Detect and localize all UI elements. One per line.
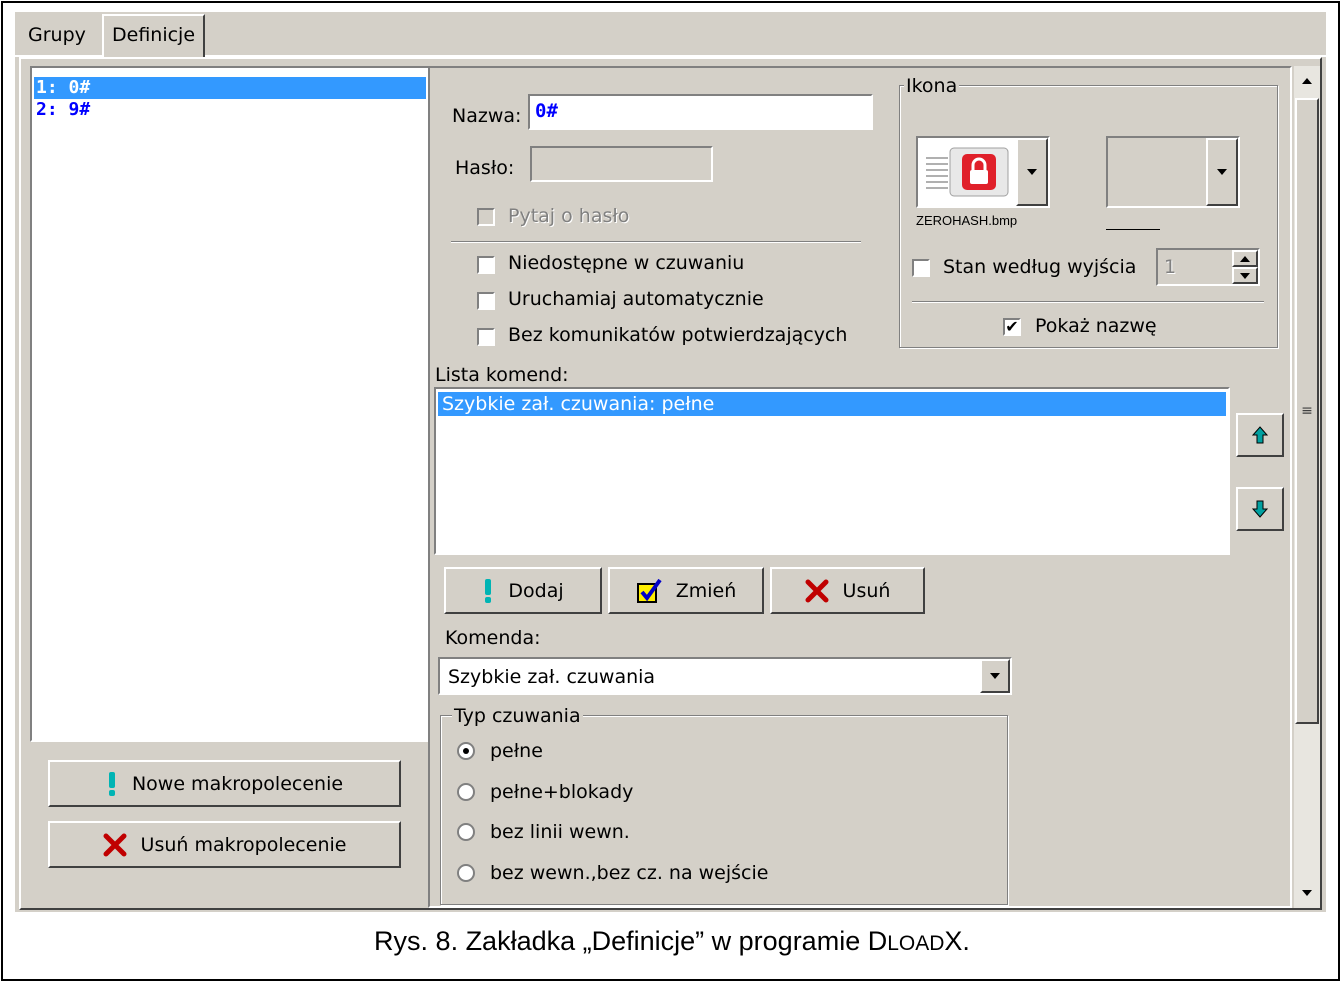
- state-by-output-checkbox[interactable]: [912, 259, 930, 277]
- move-down-button[interactable]: [1236, 487, 1284, 531]
- icon-picker-2[interactable]: [1106, 136, 1240, 208]
- delete-x-icon: [805, 579, 829, 602]
- caption-suffix: .: [962, 926, 970, 956]
- scroll-thumb[interactable]: ≡: [1295, 98, 1319, 724]
- chevron-down-icon: [1302, 890, 1312, 896]
- checkbox-edit-icon: [636, 578, 662, 603]
- output-spinner[interactable]: 1: [1156, 248, 1260, 286]
- separator: [451, 241, 861, 243]
- command-label: Komenda:: [445, 627, 541, 649]
- no-confirm-label: Bez komunikatów potwierdzających: [508, 324, 848, 346]
- commands-list[interactable]: Szybkie zał. czuwania: pełne: [434, 387, 1230, 555]
- delete-x-icon: [103, 833, 127, 856]
- arm-type-radio-full-blocks[interactable]: [457, 783, 475, 801]
- ask-password-label: Pytaj o hasło: [508, 205, 630, 227]
- spinner-up-button[interactable]: [1232, 250, 1258, 267]
- command-select[interactable]: Szybkie zał. czuwania: [438, 657, 1012, 695]
- arm-type-option-full: pełne: [490, 740, 543, 762]
- chevron-down-icon: [990, 673, 1000, 679]
- delete-macro-label: Usuń makropolecenie: [140, 833, 347, 856]
- tab-grupy[interactable]: Grupy: [20, 17, 94, 55]
- ask-password-checkbox[interactable]: [477, 208, 495, 226]
- arm-type-radio-full[interactable]: [457, 742, 475, 760]
- commands-list-label: Lista komend:: [435, 364, 569, 386]
- macro-list-item-1[interactable]: 1: 0#: [34, 77, 426, 99]
- auto-run-checkbox[interactable]: [477, 292, 495, 310]
- add-button[interactable]: Dodaj: [444, 567, 602, 614]
- icon-dropdown-button-2[interactable]: [1206, 138, 1238, 206]
- name-input-value: 0#: [535, 100, 558, 122]
- arm-type-option-no-internal: bez linii wewn.: [490, 821, 630, 843]
- arm-type-legend: Typ czuwania: [452, 705, 583, 727]
- arm-type-option-full-blocks: pełne+blokady: [490, 781, 634, 803]
- caption-app-initial: D: [867, 926, 888, 956]
- exclamation-icon: [108, 771, 115, 796]
- new-macro-label: Nowe makropolecenie: [131, 772, 344, 795]
- new-macro-button[interactable]: Nowe makropolecenie: [48, 760, 401, 807]
- chevron-down-icon: [1027, 169, 1037, 175]
- state-by-output-label: Stan według wyjścia: [943, 256, 1137, 278]
- chevron-down-icon: [1240, 272, 1250, 279]
- check-icon: ✔: [1005, 317, 1019, 336]
- icon-dropdown-button[interactable]: [1016, 138, 1048, 206]
- icon-filename: ZEROHASH.bmp: [916, 213, 1018, 228]
- icon-picker[interactable]: [916, 136, 1050, 208]
- output-spinner-value: 1: [1164, 256, 1177, 278]
- radio-selected-dot: [463, 748, 469, 754]
- chevron-up-icon: [1302, 78, 1312, 84]
- macro-list[interactable]: 1: 0# 2: 9#: [30, 66, 430, 742]
- commands-list-item[interactable]: Szybkie zał. czuwania: pełne: [438, 392, 1226, 416]
- arrow-up-icon: [1252, 426, 1268, 444]
- delete-macro-button[interactable]: Usuń makropolecenie: [48, 821, 401, 868]
- tab-definicje[interactable]: Definicje: [102, 14, 206, 57]
- chevron-down-icon: [1217, 169, 1227, 175]
- unavailable-armed-label: Niedostępne w czuwaniu: [508, 252, 745, 274]
- macro-list-item-2[interactable]: 2: 9#: [34, 99, 426, 121]
- no-confirm-checkbox[interactable]: [477, 328, 495, 346]
- arm-type-radio-no-internal[interactable]: [457, 823, 475, 841]
- caption-app-final: X: [944, 926, 963, 956]
- unavailable-armed-checkbox[interactable]: [477, 256, 495, 274]
- scroll-down-button[interactable]: [1294, 878, 1320, 908]
- caption-app-smallcaps: LOAD: [887, 932, 945, 955]
- change-button[interactable]: Zmień: [608, 567, 764, 614]
- arm-type-radio-no-entry[interactable]: [457, 864, 475, 882]
- command-dropdown-button[interactable]: [980, 659, 1010, 693]
- name-label: Nazwa:: [452, 105, 522, 127]
- spinner-down-button[interactable]: [1232, 267, 1258, 284]
- arrow-down-icon: [1252, 500, 1268, 518]
- password-label: Hasło:: [455, 157, 515, 179]
- exclamation-icon: [485, 578, 492, 603]
- lock-icon: [926, 147, 1009, 197]
- icon-group-legend: Ikona: [904, 75, 960, 97]
- icon-separator: [912, 301, 1264, 303]
- vertical-scrollbar[interactable]: ≡: [1294, 66, 1320, 908]
- show-name-checkbox[interactable]: ✔: [1003, 318, 1021, 336]
- show-name-label: Pokaż nazwę: [1035, 315, 1157, 337]
- chevron-up-icon: [1240, 255, 1250, 262]
- caption-text: Rys. 8. Zakładka „Definicje” w programie: [374, 926, 868, 956]
- remove-button-label: Usuń: [842, 579, 891, 602]
- arm-type-option-no-entry: bez wewn.,bez cz. na wejście: [490, 862, 769, 884]
- remove-button[interactable]: Usuń: [770, 567, 925, 614]
- password-input[interactable]: [530, 146, 713, 182]
- move-up-button[interactable]: [1236, 413, 1284, 457]
- icon-2-underline: [1106, 229, 1160, 230]
- figure-caption: Rys. 8. Zakładka „Definicje” w programie…: [0, 926, 1344, 957]
- auto-run-label: Uruchamiaj automatycznie: [508, 288, 764, 310]
- add-button-label: Dodaj: [508, 579, 564, 602]
- scroll-up-button[interactable]: [1294, 66, 1320, 96]
- command-select-value: Szybkie zał. czuwania: [448, 666, 656, 688]
- change-button-label: Zmień: [675, 579, 737, 602]
- grip-icon: ≡: [1301, 403, 1313, 419]
- name-input[interactable]: 0#: [528, 94, 873, 130]
